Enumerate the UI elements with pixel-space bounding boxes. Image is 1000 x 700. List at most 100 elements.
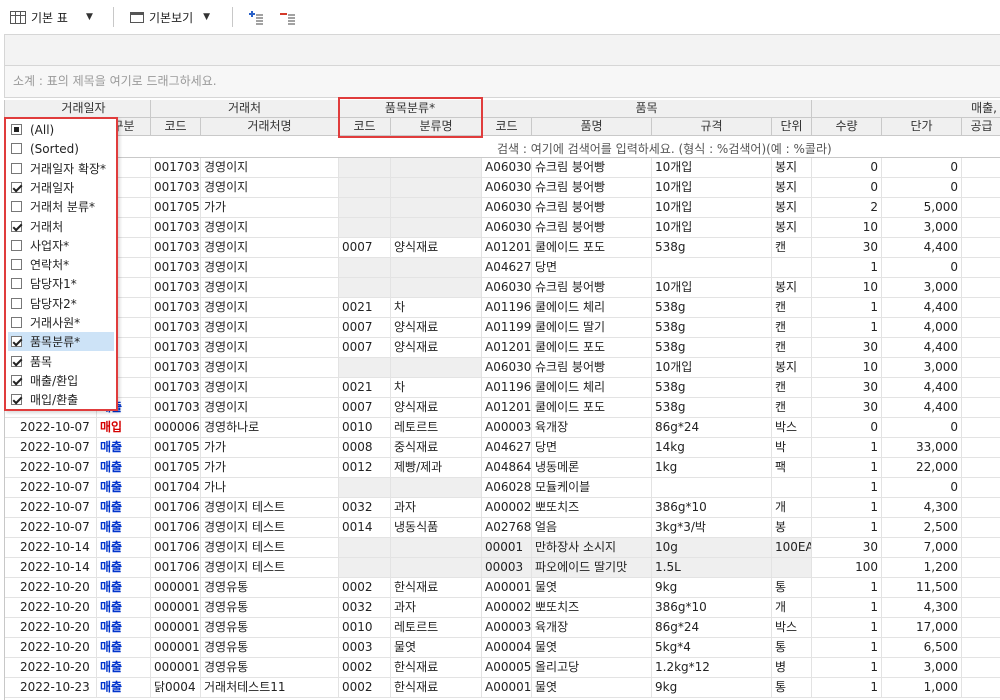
price-cell[interactable]: 5,000 bbox=[882, 198, 962, 217]
customer-code-cell[interactable]: 001705 bbox=[151, 198, 201, 217]
qty-cell[interactable]: 1 bbox=[812, 478, 882, 497]
item-name-cell[interactable]: 쿨에이드 체리 bbox=[532, 378, 652, 397]
category-code-cell[interactable]: 0003 bbox=[339, 638, 391, 657]
category-code-cell[interactable]: 0007 bbox=[339, 318, 391, 337]
item-code-cell[interactable]: A06030 bbox=[482, 178, 532, 197]
item-name-cell[interactable]: 쿨에이드 딸기 bbox=[532, 318, 652, 337]
checkbox[interactable] bbox=[11, 394, 22, 406]
customer-name-cell[interactable]: 가나 bbox=[201, 478, 339, 497]
price-cell[interactable]: 22,000 bbox=[882, 458, 962, 477]
type-cell[interactable]: 매출 bbox=[97, 498, 151, 517]
header-price[interactable]: 단가 bbox=[882, 118, 962, 135]
category-name-cell[interactable]: 양식재료 bbox=[391, 318, 482, 337]
spec-cell[interactable]: 10개입 bbox=[652, 198, 772, 217]
qty-cell[interactable]: 1 bbox=[812, 578, 882, 597]
item-name-cell[interactable]: 당면 bbox=[532, 438, 652, 457]
item-name-cell[interactable]: 쿨에이드 체리 bbox=[532, 298, 652, 317]
date-cell[interactable]: 2022-10-07 bbox=[17, 418, 97, 437]
unit-cell[interactable] bbox=[772, 478, 812, 497]
price-cell[interactable]: 4,300 bbox=[882, 598, 962, 617]
qty-cell[interactable]: 30 bbox=[812, 338, 882, 357]
category-name-cell[interactable] bbox=[391, 478, 482, 497]
supply-cell[interactable] bbox=[962, 358, 1000, 377]
qty-cell[interactable]: 30 bbox=[812, 538, 882, 557]
supply-cell[interactable] bbox=[962, 578, 1000, 597]
category-name-cell[interactable]: 과자 bbox=[391, 598, 482, 617]
item-name-cell[interactable]: 슈크림 붕어빵 bbox=[532, 198, 652, 217]
category-code-cell[interactable] bbox=[339, 478, 391, 497]
table-row[interactable]: 2022-10-07 매출 001705 가가 0008 중식재료 A04627 당면 14kg… bbox=[5, 438, 1000, 458]
price-cell[interactable]: 0 bbox=[882, 418, 962, 437]
spec-cell[interactable]: 14kg bbox=[652, 438, 772, 457]
date-cell[interactable]: 2022-10-20 bbox=[17, 638, 97, 657]
date-cell[interactable]: 2022-10-07 bbox=[17, 518, 97, 537]
category-code-cell[interactable] bbox=[339, 158, 391, 177]
category-name-cell[interactable] bbox=[391, 158, 482, 177]
column-chooser-dropdown[interactable]: (All) (Sorted) 거래일자 확장* 거래일자 거래처 분류* 거래처 사업자* 연… bbox=[4, 117, 118, 411]
customer-name-cell[interactable]: 경영유통 bbox=[201, 618, 339, 637]
header-category-code[interactable]: 코드 bbox=[339, 118, 391, 135]
date-cell[interactable]: 2022-10-07 bbox=[17, 498, 97, 517]
item-name-cell[interactable]: 쿨에이드 포도 bbox=[532, 238, 652, 257]
supply-cell[interactable] bbox=[962, 378, 1000, 397]
qty-cell[interactable]: 1 bbox=[812, 618, 882, 637]
column-chooser-item[interactable]: 거래사원* bbox=[8, 313, 114, 332]
spec-cell[interactable]: 9kg bbox=[652, 578, 772, 597]
item-code-cell[interactable]: A06030 bbox=[482, 278, 532, 297]
date-cell[interactable]: 2022-10-07 bbox=[17, 458, 97, 477]
category-name-cell[interactable] bbox=[391, 278, 482, 297]
item-code-cell[interactable]: A00002 bbox=[482, 598, 532, 617]
column-chooser-item[interactable]: 담당자1* bbox=[8, 274, 114, 293]
item-code-cell[interactable]: A00001 bbox=[482, 578, 532, 597]
category-name-cell[interactable]: 물엿 bbox=[391, 638, 482, 657]
item-code-cell[interactable]: A06030 bbox=[482, 358, 532, 377]
type-cell[interactable]: 매출 bbox=[97, 598, 151, 617]
unit-cell[interactable]: 캔 bbox=[772, 298, 812, 317]
qty-cell[interactable]: 1 bbox=[812, 498, 882, 517]
customer-name-cell[interactable]: 경영유통 bbox=[201, 658, 339, 677]
customer-name-cell[interactable]: 거래처테스트11 bbox=[201, 678, 339, 697]
price-cell[interactable]: 4,300 bbox=[882, 498, 962, 517]
price-cell[interactable]: 4,400 bbox=[882, 298, 962, 317]
qty-cell[interactable]: 1 bbox=[812, 258, 882, 277]
item-code-cell[interactable]: A00003 bbox=[482, 418, 532, 437]
item-name-cell[interactable]: 육개장 bbox=[532, 618, 652, 637]
spec-cell[interactable]: 10g bbox=[652, 538, 772, 557]
spec-cell[interactable]: 86g*24 bbox=[652, 618, 772, 637]
qty-cell[interactable]: 30 bbox=[812, 378, 882, 397]
item-code-cell[interactable]: A00004 bbox=[482, 638, 532, 657]
supply-cell[interactable] bbox=[962, 238, 1000, 257]
unit-cell[interactable]: 100EA bbox=[772, 538, 812, 557]
category-code-cell[interactable]: 0007 bbox=[339, 338, 391, 357]
checkbox[interactable] bbox=[11, 220, 22, 232]
supply-cell[interactable] bbox=[962, 598, 1000, 617]
date-cell[interactable]: 2022-10-20 bbox=[17, 618, 97, 637]
category-code-cell[interactable] bbox=[339, 178, 391, 197]
checkbox[interactable] bbox=[11, 181, 22, 193]
unit-cell[interactable]: 병 bbox=[772, 658, 812, 677]
date-cell[interactable]: 2022-10-20 bbox=[17, 658, 97, 677]
qty-cell[interactable]: 10 bbox=[812, 278, 882, 297]
table-row[interactable]: 2022-10-20 매출 000001 경영유통 0010 레토르트 A00003 육개장 8… bbox=[5, 618, 1000, 638]
category-name-cell[interactable]: 차 bbox=[391, 298, 482, 317]
item-code-cell[interactable]: A01201 bbox=[482, 238, 532, 257]
customer-name-cell[interactable]: 경영이지 bbox=[201, 238, 339, 257]
spec-cell[interactable]: 386g*10 bbox=[652, 498, 772, 517]
customer-code-cell[interactable]: 001703 bbox=[151, 278, 201, 297]
supply-cell[interactable] bbox=[962, 418, 1000, 437]
spec-cell[interactable]: 5kg*4 bbox=[652, 638, 772, 657]
price-cell[interactable]: 3,000 bbox=[882, 658, 962, 677]
unit-cell[interactable]: 박 bbox=[772, 438, 812, 457]
table-row[interactable]: 2022-001705가가A06030슈크림 붕어빵10개입봉지25,000 bbox=[5, 198, 1000, 218]
item-name-cell[interactable]: 슈크림 붕어빵 bbox=[532, 218, 652, 237]
checkbox[interactable] bbox=[11, 278, 22, 290]
item-name-cell[interactable]: 뽀또치즈 bbox=[532, 498, 652, 517]
customer-code-cell[interactable]: 001703 bbox=[151, 318, 201, 337]
customer-code-cell[interactable]: 닭0004 bbox=[151, 678, 201, 697]
table-row[interactable]: 2022-10-20 매출 000001 경영유통 0003 물엿 A00004 물엿 5kg*… bbox=[5, 638, 1000, 658]
customer-code-cell[interactable]: 000001 bbox=[151, 578, 201, 597]
customer-code-cell[interactable]: 001704 bbox=[151, 478, 201, 497]
category-code-cell[interactable]: 0002 bbox=[339, 658, 391, 677]
item-name-cell[interactable]: 물엿 bbox=[532, 678, 652, 697]
category-name-cell[interactable] bbox=[391, 198, 482, 217]
